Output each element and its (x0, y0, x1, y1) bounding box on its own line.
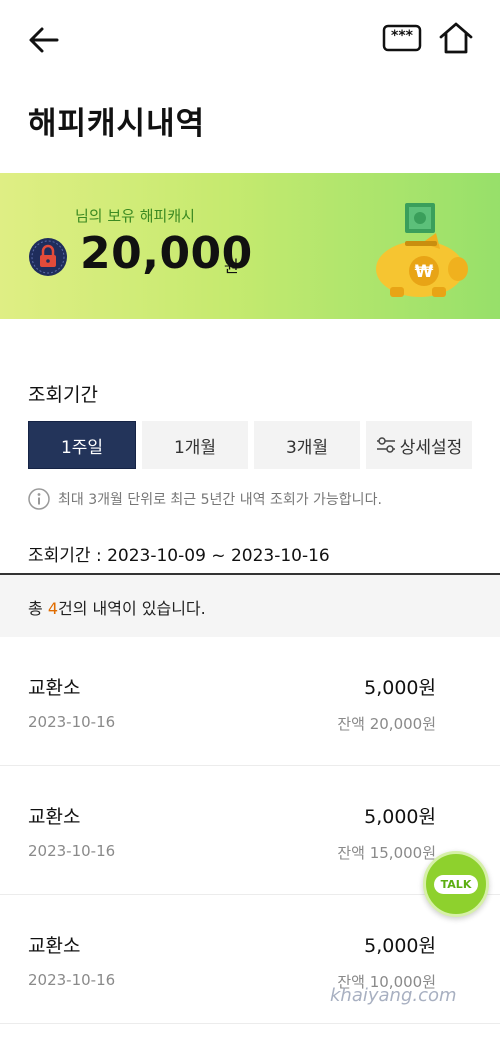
back-arrow-icon (29, 27, 59, 53)
transaction-amount: 5,000원 (364, 677, 436, 699)
tab-detailed-settings[interactable]: 상세설정 (366, 421, 472, 469)
transaction-title: 교환소 (28, 677, 81, 699)
balance-unit: 원 (224, 257, 239, 276)
tab-1-week[interactable]: 1주일 (28, 421, 136, 469)
piggy-bank-icon: ₩ (362, 199, 472, 299)
balance-banner: 님의 보유 해피캐시 20,000 원 ₩ (0, 173, 500, 319)
notice-text: 최대 3개월 단위로 최근 5년간 내역 조회가 가능합니다. (58, 492, 382, 508)
transaction-date: 2023-10-16 (28, 713, 116, 731)
tab-label: 1개월 (173, 437, 217, 458)
period-tabs: 1주일 1개월 3개월 상세설정 (28, 421, 472, 469)
transaction-date: 2023-10-16 (28, 842, 116, 860)
lock-icon (28, 237, 68, 277)
top-bar: *** (0, 0, 500, 80)
talk-label: TALK (433, 874, 479, 894)
summary-count: 4 (47, 599, 58, 618)
transaction-amount: 5,000원 (364, 806, 436, 828)
home-button[interactable] (436, 18, 476, 58)
transaction-date: 2023-10-16 (28, 971, 116, 989)
summary-prefix: 총 (28, 599, 48, 618)
period-range: 조회기간 : 2023-10-09 ~ 2023-10-16 (28, 546, 330, 566)
period-notice: 최대 3개월 단위로 최근 5년간 내역 조회가 가능합니다. (28, 488, 382, 510)
tab-label: 3개월 (285, 437, 329, 458)
tab-label: 1주일 (60, 437, 104, 458)
transaction-title: 교환소 (28, 935, 81, 957)
transaction-balance: 잔액 20,000원 (337, 715, 436, 733)
info-icon (28, 488, 50, 510)
period-label: 조회기간 (28, 384, 98, 406)
home-icon (439, 22, 473, 54)
summary-bar: 총 4건의 내역이 있습니다. (0, 575, 500, 637)
summary-suffix: 건의 내역이 있습니다. (58, 599, 206, 618)
summary-text: 총 4건의 내역이 있습니다. (28, 595, 206, 619)
transaction-balance: 잔액 15,000원 (337, 844, 436, 862)
back-button[interactable] (24, 20, 64, 60)
kakao-talk-button[interactable]: TALK (423, 851, 489, 917)
page-title: 해피캐시내역 (28, 106, 206, 142)
svg-text:₩: ₩ (415, 262, 434, 282)
password-button[interactable]: *** (382, 22, 422, 54)
transaction-list: 교환소 5,000원 2023-10-16 잔액 20,000원 교환소 5,0… (0, 637, 500, 1024)
transaction-title: 교환소 (28, 806, 81, 828)
tab-1-month[interactable]: 1개월 (142, 421, 248, 469)
owner-label: 님의 보유 해피캐시 (75, 207, 195, 225)
list-item[interactable]: 교환소 5,000원 2023-10-16 잔액 20,000원 (0, 637, 500, 766)
filter-settings-icon (376, 437, 395, 453)
tab-label: 상세설정 (399, 437, 463, 458)
tab-3-months[interactable]: 3개월 (254, 421, 360, 469)
transaction-amount: 5,000원 (364, 935, 436, 957)
watermark: khaiyang.com (330, 985, 457, 1006)
password-label: *** (391, 28, 413, 44)
